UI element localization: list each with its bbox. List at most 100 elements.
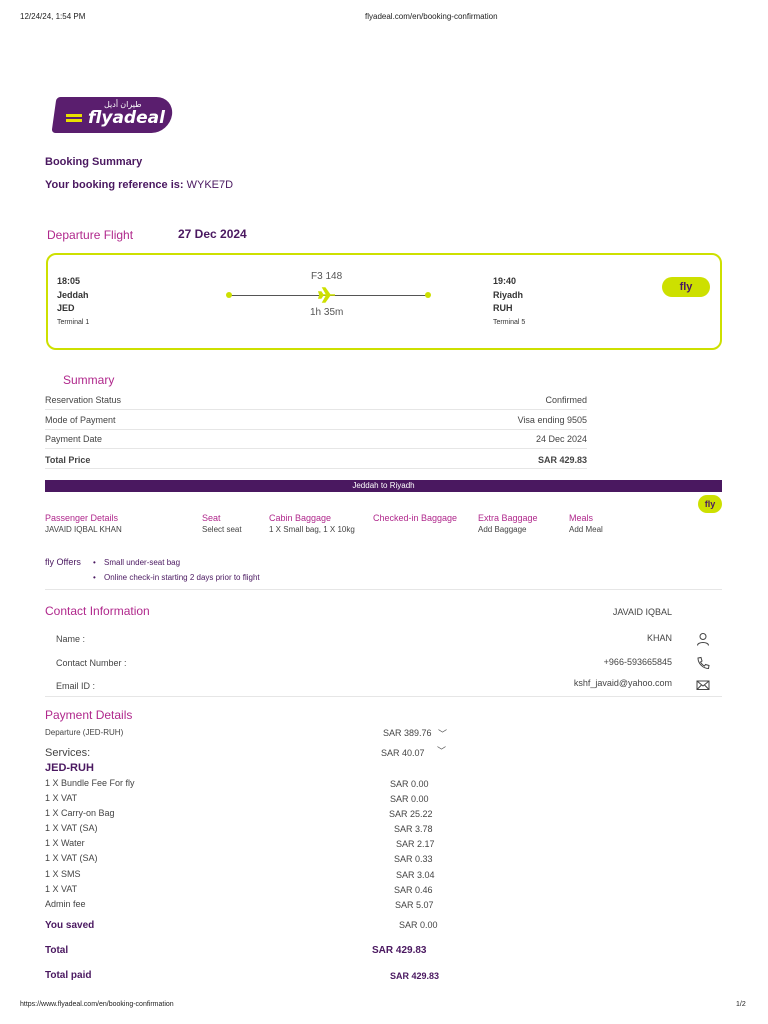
departure-flight-title: Departure Flight [47, 228, 134, 242]
departure-time: 18:05 [57, 276, 81, 286]
booking-reference-label: Your booking reference is: [45, 179, 184, 191]
you-saved-value: SAR 0.00 [399, 920, 438, 930]
arrival-code: RUH [493, 303, 513, 313]
segment-band: Jeddah to Riyadh [45, 480, 722, 492]
booking-summary-title: Booking Summary [45, 156, 143, 168]
payment-item-label: 1 X Water [45, 838, 85, 848]
phone-icon [697, 656, 710, 670]
arrival-terminal: Terminal 5 [493, 319, 526, 326]
add-baggage-link[interactable]: Add Baggage [478, 525, 527, 534]
divider [45, 448, 587, 449]
bullet-icon: • [93, 573, 96, 582]
name-label: Name : [56, 634, 86, 644]
cabin-baggage-header: Cabin Baggage [269, 513, 332, 523]
chevron-down-icon[interactable]: ﹀ [438, 727, 447, 740]
route-start-dot [226, 292, 232, 298]
booking-reference-code: WYKE7D [186, 179, 234, 191]
fly-fare-badge-small: fly [698, 495, 722, 513]
payment-item-label: 1 X Carry-on Bag [45, 808, 115, 818]
divider [45, 589, 722, 590]
offer-item: Small under-seat bag [104, 558, 181, 567]
bullet-icon: • [93, 558, 96, 567]
checked-baggage-header: Checked-in Baggage [373, 513, 458, 523]
departure-city: Jeddah [57, 290, 89, 300]
payment-item-value: SAR 0.00 [390, 794, 429, 804]
plane-icon [318, 287, 335, 303]
departure-date: 27 Dec 2024 [178, 227, 247, 241]
departure-fare-value: SAR 389.76 [383, 728, 432, 738]
payment-item-value: SAR 0.33 [394, 854, 433, 864]
route-label: JED-RUH [45, 762, 94, 774]
booking-reference: Your booking reference is: WYKE7D [45, 179, 233, 191]
payment-item-value: SAR 3.78 [394, 824, 433, 834]
mail-icon [696, 680, 710, 690]
contact-info-title: Contact Information [45, 604, 150, 618]
add-meal-link[interactable]: Add Meal [569, 525, 603, 534]
payment-item-label: Admin fee [45, 899, 86, 909]
summary-value: Visa ending 9505 [517, 415, 587, 425]
fly-offers-label: fly Offers [45, 557, 81, 567]
services-value: SAR 40.07 [381, 748, 425, 758]
divider [45, 468, 587, 469]
arrival-time: 19:40 [493, 276, 517, 286]
extra-baggage-header: Extra Baggage [478, 513, 538, 523]
payment-item-value: SAR 5.07 [395, 900, 434, 910]
offer-item: Online check-in starting 2 days prior to… [104, 573, 260, 582]
chevron-down-icon[interactable]: ﹀ [437, 744, 446, 757]
contact-first-name: JAVAID IQBAL [612, 607, 672, 617]
summary-total-value: SAR 429.83 [537, 455, 587, 465]
payment-item-label: 1 X Bundle Fee For fly [45, 778, 135, 788]
payment-item-value: SAR 2.17 [396, 839, 435, 849]
payment-item-label: 1 X VAT [45, 793, 78, 803]
print-page-number: 1/2 [736, 1001, 746, 1008]
summary-label: Payment Date [45, 434, 103, 444]
total-paid-label: Total paid [45, 970, 92, 981]
phone-value: +966-593665845 [603, 657, 672, 667]
print-footer-url: https://www.flyadeal.com/en/booking-conf… [20, 1001, 174, 1008]
total-value: SAR 429.83 [372, 945, 427, 956]
select-seat-link[interactable]: Select seat [202, 525, 242, 534]
payment-item-value: SAR 3.04 [396, 870, 435, 880]
summary-total-label: Total Price [45, 455, 91, 465]
summary-label: Reservation Status [45, 395, 122, 405]
summary-title: Summary [63, 373, 115, 387]
summary-value: 24 Dec 2024 [535, 434, 587, 444]
user-icon [697, 633, 709, 646]
seat-header: Seat [202, 513, 221, 523]
email-label: Email ID : [56, 681, 96, 691]
summary-label: Mode of Payment [45, 415, 116, 425]
logo-bars-icon [66, 114, 82, 124]
divider [45, 696, 722, 697]
passenger-header: Passenger Details [45, 513, 119, 523]
phone-label: Contact Number : [56, 658, 127, 668]
you-saved-label: You saved [45, 920, 95, 931]
payment-item-value: SAR 0.46 [394, 885, 433, 895]
departure-terminal: Terminal 1 [57, 319, 90, 326]
logo-text: flyadeal [88, 108, 165, 128]
divider [45, 429, 587, 430]
divider [45, 409, 587, 410]
total-label: Total [45, 945, 69, 956]
print-url: flyadeal.com/en/booking-confirmation [365, 12, 498, 21]
payment-item-label: 1 X VAT (SA) [45, 823, 98, 833]
payment-item-value: SAR 0.00 [390, 779, 429, 789]
flight-number: F3 148 [311, 271, 343, 282]
services-label: Services: [45, 747, 91, 759]
cabin-baggage-value: 1 X Small bag, 1 X 10kg [269, 525, 355, 534]
summary-value: Confirmed [545, 395, 587, 405]
print-datetime: 12/24/24, 1:54 PM [20, 12, 86, 21]
flight-card [46, 253, 722, 350]
arrival-city: Riyadh [493, 290, 524, 300]
passenger-name: JAVAID IQBAL KHAN [45, 525, 122, 534]
flight-duration: 1h 35m [310, 307, 344, 318]
departure-code: JED [57, 303, 75, 313]
fly-fare-badge: fly [662, 277, 710, 297]
route-end-dot [425, 292, 431, 298]
payment-item-label: 1 X SMS [45, 869, 81, 879]
email-value: kshf_javaid@yahoo.com [573, 678, 672, 688]
payment-item-label: 1 X VAT [45, 884, 78, 894]
payment-details-title: Payment Details [45, 708, 133, 722]
departure-fare-label: Departure (JED-RUH) [45, 728, 124, 737]
payment-item-value: SAR 25.22 [389, 809, 433, 819]
total-paid-value: SAR 429.83 [390, 971, 440, 981]
